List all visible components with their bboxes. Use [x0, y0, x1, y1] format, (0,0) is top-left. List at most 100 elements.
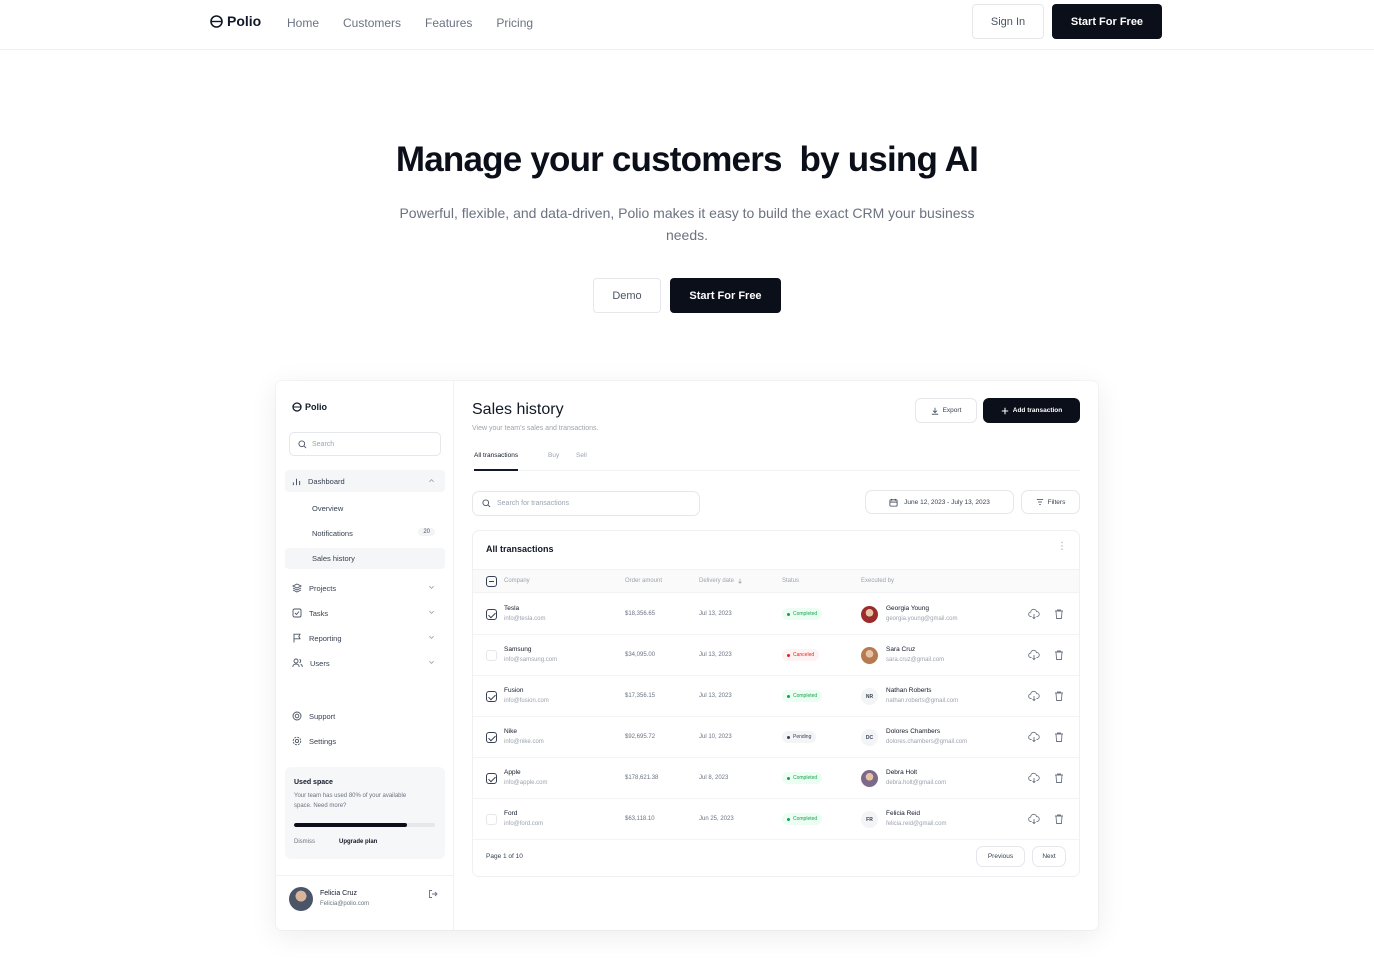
sidebar-item-reporting[interactable]: Reporting — [285, 627, 445, 649]
users-icon — [292, 658, 303, 668]
chevron-down-icon — [429, 635, 434, 639]
hero-start-free-button[interactable]: Start For Free — [670, 278, 781, 313]
column-header-delivery-date[interactable]: Delivery date — [699, 578, 743, 584]
avatar[interactable] — [289, 887, 313, 911]
trash-icon[interactable] — [1053, 690, 1065, 702]
upgrade-plan-button[interactable]: Upgrade plan — [339, 839, 377, 845]
sidebar-item-support[interactable]: Support — [285, 705, 445, 727]
company-name: Apple — [504, 769, 521, 776]
sidebar-item-settings[interactable]: Settings — [285, 730, 445, 752]
column-header-company[interactable]: Company — [504, 578, 530, 584]
avatar: NR — [861, 688, 878, 705]
brand-name: Polio — [227, 13, 262, 29]
trash-icon[interactable] — [1053, 649, 1065, 661]
cloud-download-icon[interactable] — [1028, 608, 1040, 620]
row-checkbox[interactable] — [486, 773, 497, 784]
chevron-down-icon — [429, 585, 434, 589]
page-title: Sales history — [472, 401, 564, 418]
sidebar-subitem-notifications[interactable]: Notifications 20 — [285, 523, 445, 544]
lifebuoy-icon — [292, 711, 302, 721]
nav-link-home[interactable]: Home — [287, 16, 319, 30]
previous-page-button[interactable]: Previous — [976, 846, 1025, 867]
more-options-icon[interactable]: ⋮ — [1057, 541, 1067, 552]
date-range-picker[interactable]: June 12, 2023 - July 13, 2023 — [865, 490, 1014, 514]
table-title: All transactions — [486, 544, 554, 554]
cloud-download-icon[interactable] — [1028, 813, 1040, 825]
next-page-button[interactable]: Next — [1032, 846, 1066, 867]
table-row[interactable]: Tesla info@tesla.com $18,356.65 Jul 13, 202… — [473, 594, 1079, 635]
cloud-download-icon[interactable] — [1028, 690, 1040, 702]
used-space-card: Used space Your team has used 80% of you… — [285, 767, 445, 859]
table-row[interactable]: Apple info@apple.com $178,621.38 Jul 8, 202… — [473, 758, 1079, 799]
cloud-download-icon[interactable] — [1028, 649, 1040, 661]
sidebar-search-input[interactable]: Search — [289, 432, 441, 456]
trash-icon[interactable] — [1053, 813, 1065, 825]
transactions-search-placeholder: Search for transactions — [497, 500, 569, 507]
trash-icon[interactable] — [1053, 772, 1065, 784]
company-email: info@ford.com — [504, 821, 544, 827]
executor-email: sara.cruz@gmail.com — [886, 657, 945, 663]
row-checkbox[interactable] — [486, 732, 497, 743]
avatar — [861, 770, 878, 787]
sidebar-brand[interactable]: Polio — [292, 402, 327, 412]
add-transaction-button[interactable]: Add transaction — [983, 398, 1080, 423]
executor-email: nathan.roberts@gmail.com — [886, 698, 959, 704]
table-row[interactable]: Fusion info@fusion.com $17,356.15 Jul 13, 2… — [473, 676, 1079, 717]
sign-in-button[interactable]: Sign In — [972, 4, 1044, 39]
sidebar-item-tasks[interactable]: Tasks — [285, 602, 445, 624]
company-name: Nike — [504, 728, 518, 735]
executor-name: Sara Cruz — [886, 646, 916, 653]
user-email: Felicia@polio.com — [320, 901, 370, 907]
brand-logo[interactable]: Polio — [210, 13, 261, 29]
nav-link-pricing[interactable]: Pricing — [496, 16, 533, 30]
delivery-date: Jul 8, 2023 — [699, 775, 729, 781]
column-header-order-amount[interactable]: Order amount — [625, 578, 662, 584]
logout-icon[interactable] — [428, 889, 438, 899]
tab-sell[interactable]: Sell — [576, 452, 587, 471]
nav-start-free-button[interactable]: Start For Free — [1052, 4, 1162, 39]
company-email: info@tesla.com — [504, 616, 546, 622]
top-navbar: Polio Home Customers Features Pricing Si… — [0, 0, 1374, 50]
filter-icon — [1036, 499, 1043, 505]
sidebar-item-label: Dashboard — [308, 476, 345, 486]
tab-buy[interactable]: Buy — [548, 452, 559, 471]
select-all-checkbox[interactable] — [486, 576, 497, 587]
executor-email: georgia.young@gmail.com — [886, 616, 958, 622]
table-row[interactable]: Samsung info@samsung.com $34,095.00 Jul 13,… — [473, 635, 1079, 676]
sidebar-subitem-overview[interactable]: Overview — [285, 498, 445, 519]
sidebar-subitem-sales-history[interactable]: Sales history — [285, 548, 445, 569]
sidebar-item-users[interactable]: Users — [285, 652, 445, 674]
table-row[interactable]: Nike info@nike.com $92,695.72 Jul 10, 2023 P… — [473, 717, 1079, 758]
sidebar-item-label: Users — [310, 658, 330, 668]
table-row[interactable]: Ford info@ford.com $63,118.10 Jun 25, 2023 C… — [473, 799, 1079, 840]
cloud-download-icon[interactable] — [1028, 731, 1040, 743]
nav-link-customers[interactable]: Customers — [343, 16, 401, 30]
demo-button[interactable]: Demo — [593, 278, 661, 313]
row-checkbox[interactable] — [486, 609, 497, 620]
filters-button[interactable]: Filters — [1021, 490, 1080, 514]
sidebar-item-dashboard[interactable]: Dashboard — [285, 470, 445, 492]
executor-name: Dolores Chambers — [886, 728, 941, 735]
nav-link-features[interactable]: Features — [425, 16, 472, 30]
column-header-executed-by[interactable]: Executed by — [861, 578, 894, 584]
status-badge: Pending — [782, 731, 817, 743]
status-badge: Completed — [782, 690, 823, 702]
column-header-status[interactable]: Status — [782, 578, 799, 584]
row-checkbox[interactable] — [486, 650, 497, 661]
row-checkbox[interactable] — [486, 691, 497, 702]
company-email: info@samsung.com — [504, 657, 558, 663]
transactions-search-input[interactable]: Search for transactions — [472, 491, 700, 516]
row-checkbox[interactable] — [486, 814, 497, 825]
avatar — [861, 606, 878, 623]
cloud-download-icon[interactable] — [1028, 772, 1040, 784]
export-button[interactable]: Export — [915, 398, 977, 423]
trash-icon[interactable] — [1053, 731, 1065, 743]
tab-all-transactions[interactable]: All transactions — [474, 452, 519, 471]
sidebar-user: Felicia Cruz Felicia@polio.com — [289, 887, 444, 913]
executor-email: felicia.reid@gmail.com — [886, 821, 947, 827]
sidebar-item-projects[interactable]: Projects — [285, 577, 445, 599]
search-icon — [298, 439, 307, 448]
sidebar-item-label: Tasks — [309, 608, 329, 618]
dismiss-button[interactable]: Dismiss — [294, 839, 315, 845]
trash-icon[interactable] — [1053, 608, 1065, 620]
